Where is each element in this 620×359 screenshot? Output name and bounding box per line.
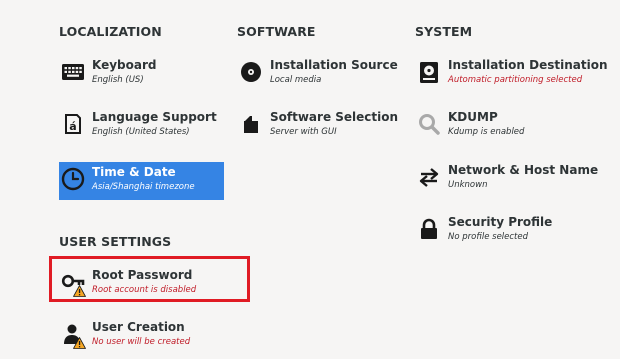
user-creation-title: User Creation <box>92 320 185 334</box>
disc-icon <box>239 60 263 84</box>
network-arrows-icon <box>417 165 441 189</box>
magnifier-icon <box>417 112 441 136</box>
time-date-title: Time & Date <box>92 165 176 179</box>
network-host-name-status: Unknown <box>448 180 488 190</box>
svg-text:á: á <box>69 120 76 133</box>
software-selection-title: Software Selection <box>270 110 399 124</box>
annotation-highlight-box <box>49 256 250 302</box>
installation-source-title: Installation Source <box>270 58 398 72</box>
language-support-spoke[interactable]: á Language Support English (United State… <box>59 107 224 145</box>
user-creation-status: No user will be created <box>92 337 191 347</box>
user-settings-heading: USER SETTINGS <box>59 234 172 249</box>
kdump-title: KDUMP <box>448 110 498 124</box>
time-date-spoke[interactable]: Time & Date Asia/Shanghai timezone <box>59 162 224 200</box>
security-profile-status: No profile selected <box>448 232 529 242</box>
language-icon: á <box>61 112 85 136</box>
kdump-status: Kdump is enabled <box>448 127 525 137</box>
installation-destination-status: Automatic partitioning selected <box>448 75 583 85</box>
keyboard-icon <box>61 60 85 84</box>
installation-source-status: Local media <box>270 75 322 85</box>
network-host-name-spoke[interactable]: Network & Host Name Unknown <box>415 160 600 198</box>
keyboard-title: Keyboard <box>92 58 157 72</box>
installation-destination-title: Installation Destination <box>448 58 608 72</box>
security-profile-spoke[interactable]: Security Profile No profile selected <box>415 212 580 250</box>
network-host-name-title: Network & Host Name <box>448 163 599 177</box>
user-creation-spoke[interactable]: User Creation No user will be created <box>59 317 224 355</box>
warning-icon <box>73 337 86 349</box>
installation-source-spoke[interactable]: Installation Source Local media <box>237 55 402 93</box>
language-support-status: English (United States) <box>92 127 190 137</box>
time-date-status: Asia/Shanghai timezone <box>92 182 195 192</box>
keyboard-spoke[interactable]: Keyboard English (US) <box>59 55 224 93</box>
security-profile-title: Security Profile <box>448 215 553 229</box>
clock-icon <box>61 167 85 191</box>
package-icon <box>239 112 263 136</box>
software-selection-status: Server with GUI <box>270 127 337 137</box>
language-support-title: Language Support <box>92 110 217 124</box>
software-heading: SOFTWARE <box>237 24 316 39</box>
keyboard-status: English (US) <box>92 75 144 85</box>
system-heading: SYSTEM <box>415 24 473 39</box>
kdump-spoke[interactable]: KDUMP Kdump is enabled <box>415 107 580 145</box>
localization-heading: LOCALIZATION <box>59 24 162 39</box>
installation-destination-spoke[interactable]: Installation Destination Automatic parti… <box>415 55 608 93</box>
software-selection-spoke[interactable]: Software Selection Server with GUI <box>237 107 402 145</box>
hard-disk-icon <box>417 60 441 84</box>
lock-icon <box>417 217 441 241</box>
